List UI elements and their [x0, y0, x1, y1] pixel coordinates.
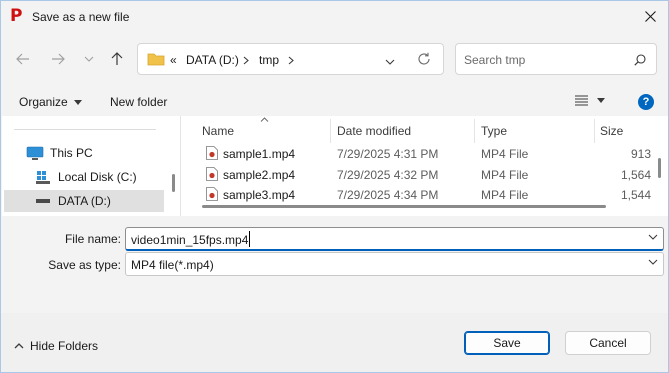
column-header-name[interactable]: Name: [202, 124, 234, 138]
vertical-scrollbar[interactable]: [658, 158, 661, 178]
save-button[interactable]: Save: [464, 331, 550, 355]
drive-icon: [36, 199, 50, 203]
back-button[interactable]: [13, 49, 33, 69]
hide-folders-button[interactable]: Hide Folders: [14, 339, 98, 353]
nav-pane-scrollbar[interactable]: [172, 174, 175, 192]
tree-item-label: This PC: [50, 146, 93, 160]
arrow-right-icon: [52, 53, 65, 65]
file-list: Name Date modified Type Size sample1.mp4…: [182, 116, 652, 216]
file-type: MP4 File: [481, 188, 529, 202]
organize-label: Organize: [19, 95, 68, 109]
recent-locations-button[interactable]: [79, 49, 99, 69]
windows-drive-icon: [36, 170, 50, 184]
close-icon: [644, 10, 656, 22]
search-box[interactable]: Search tmp: [455, 43, 657, 75]
title-bar: P Save as a new file: [1, 1, 668, 32]
file-size: 913: [630, 147, 651, 161]
search-icon: [634, 54, 646, 66]
list-view-icon: [575, 95, 588, 106]
column-header-size[interactable]: Size: [600, 124, 623, 138]
breadcrumb-drive[interactable]: DATA (D:): [186, 53, 239, 67]
file-name-label: File name:: [64, 232, 121, 246]
help-button[interactable]: ?: [638, 94, 654, 110]
address-bar[interactable]: « DATA (D:) tmp: [137, 43, 444, 75]
file-name-input[interactable]: video1min_15fps.mp4: [131, 233, 248, 247]
file-name: sample1.mp4: [223, 147, 296, 161]
refresh-button[interactable]: [417, 52, 433, 68]
arrow-up-icon: [111, 52, 123, 65]
tree-item-label: Local Disk (C:): [58, 170, 137, 184]
close-button[interactable]: [638, 5, 662, 27]
pane-splitter[interactable]: [180, 116, 181, 216]
file-size: 1,544: [620, 188, 651, 202]
file-name: sample3.mp4: [223, 188, 296, 202]
help-icon: ?: [642, 96, 650, 108]
view-options-button[interactable]: [575, 95, 605, 106]
file-date: 7/29/2025 4:34 PM: [337, 188, 439, 202]
up-button[interactable]: [107, 49, 127, 69]
column-header-date[interactable]: Date modified: [337, 124, 411, 138]
tree-item-data-drive[interactable]: DATA (D:): [4, 190, 164, 212]
browser-panel: This PC Local Disk (C:) DATA (D:) Name D…: [2, 116, 668, 216]
column-header-type[interactable]: Type: [481, 124, 507, 138]
file-name-field[interactable]: video1min_15fps.mp4: [125, 227, 664, 251]
column-separator[interactable]: [594, 119, 595, 143]
file-type: MP4 File: [481, 168, 529, 182]
hide-folders-label: Hide Folders: [30, 339, 99, 353]
chevron-up-icon: [14, 343, 24, 349]
chevron-right-icon: [243, 56, 249, 65]
new-folder-button[interactable]: New folder: [110, 95, 167, 109]
tree-item-label: DATA (D:): [58, 194, 111, 208]
folder-icon: [147, 53, 165, 66]
address-history-button[interactable]: [385, 54, 399, 66]
dialog-footer: Hide Folders Save Cancel: [1, 313, 668, 372]
file-size: 1,564: [620, 168, 651, 182]
breadcrumb-overflow[interactable]: «: [170, 53, 177, 67]
video-file-icon: [206, 167, 218, 181]
dialog-title: Save as a new file: [32, 10, 130, 24]
chevron-down-icon[interactable]: [648, 234, 658, 240]
sort-up-icon: [260, 117, 269, 122]
organize-menu[interactable]: Organize: [19, 95, 82, 109]
file-type: MP4 File: [481, 147, 529, 161]
chevron-down-icon: [84, 56, 94, 62]
chevron-down-icon: [648, 259, 658, 265]
video-file-icon: [206, 146, 218, 160]
refresh-icon: [418, 52, 430, 65]
chevron-right-icon: [288, 56, 294, 65]
caret-down-icon: [597, 98, 605, 103]
cancel-button[interactable]: Cancel: [565, 331, 651, 355]
app-logo-icon: P: [10, 6, 23, 26]
file-date: 7/29/2025 4:31 PM: [337, 147, 439, 161]
computer-icon: [26, 146, 44, 160]
navigation-pane: This PC Local Disk (C:) DATA (D:): [2, 116, 180, 216]
column-separator[interactable]: [330, 119, 331, 143]
caret-down-icon: [73, 99, 82, 105]
chevron-down-icon: [385, 59, 395, 65]
tree-item-local-disk[interactable]: Local Disk (C:): [4, 166, 164, 188]
save-type-label: Save as type:: [48, 258, 121, 272]
horizontal-scrollbar[interactable]: [202, 205, 606, 208]
save-type-value: MP4 file(*.mp4): [131, 258, 214, 272]
arrow-left-icon: [16, 53, 29, 65]
pane-divider: [14, 129, 156, 130]
tree-item-this-pc[interactable]: This PC: [4, 142, 164, 164]
file-date: 7/29/2025 4:32 PM: [337, 168, 439, 182]
file-name: sample2.mp4: [223, 168, 296, 182]
column-separator[interactable]: [474, 119, 475, 143]
text-caret: [249, 231, 250, 247]
video-file-icon: [206, 187, 218, 201]
forward-button[interactable]: [48, 49, 68, 69]
breadcrumb-folder[interactable]: tmp: [259, 53, 279, 67]
search-input[interactable]: Search tmp: [464, 53, 525, 67]
save-dialog: P Save as a new file « DATA (D:) tmp Sea…: [0, 0, 669, 373]
save-type-select[interactable]: MP4 file(*.mp4): [125, 252, 664, 276]
